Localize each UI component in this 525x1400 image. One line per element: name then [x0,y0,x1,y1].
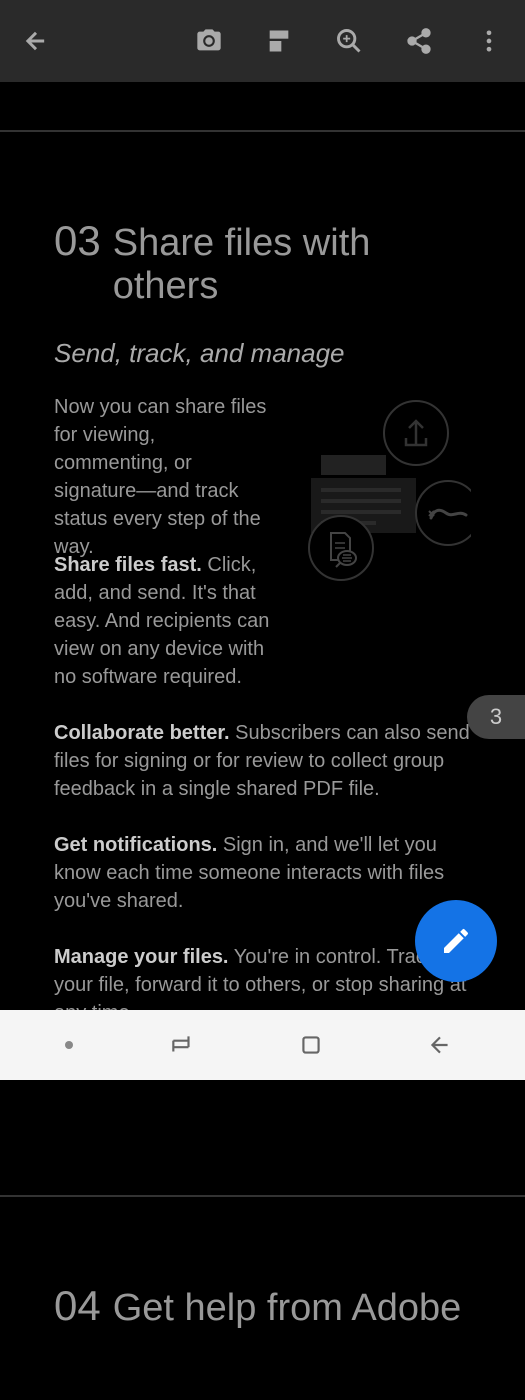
share-illustration [291,393,471,583]
section-number: 03 [54,217,101,265]
camera-icon[interactable] [193,25,225,57]
section-subtitle: Send, track, and manage [54,338,471,369]
more-icon[interactable] [473,25,505,57]
nav-home-icon[interactable] [291,1025,331,1065]
system-nav-bar [0,1010,525,1080]
top-toolbar [0,0,525,82]
nav-assist-icon[interactable] [65,1041,73,1049]
share-icon[interactable] [403,25,435,57]
feature-bold: Collaborate better. [54,722,230,744]
feature-item: Get notifications. Sign in, and we'll le… [54,831,471,915]
section-number: 04 [54,1282,101,1330]
edit-fab[interactable] [415,900,497,982]
section-4: 04 Get help from Adobe [0,1197,525,1400]
page-view-icon[interactable] [263,25,295,57]
feature-item: Share files fast. Click, add, and send. … [54,551,284,691]
nav-recent-icon[interactable] [162,1025,202,1065]
feature-bold: Get notifications. [54,834,217,856]
section-title: Share files with others [113,222,471,308]
page-indicator: 3 [467,695,525,739]
section-title: Get help from Adobe [113,1287,462,1330]
search-icon[interactable] [333,25,365,57]
feature-item: Collaborate better. Subscribers can also… [54,719,471,803]
nav-back-icon[interactable] [420,1025,460,1065]
feature-bold: Share files fast. [54,554,202,576]
feature-bold: Manage your files. [54,946,229,968]
back-icon[interactable] [20,25,52,57]
